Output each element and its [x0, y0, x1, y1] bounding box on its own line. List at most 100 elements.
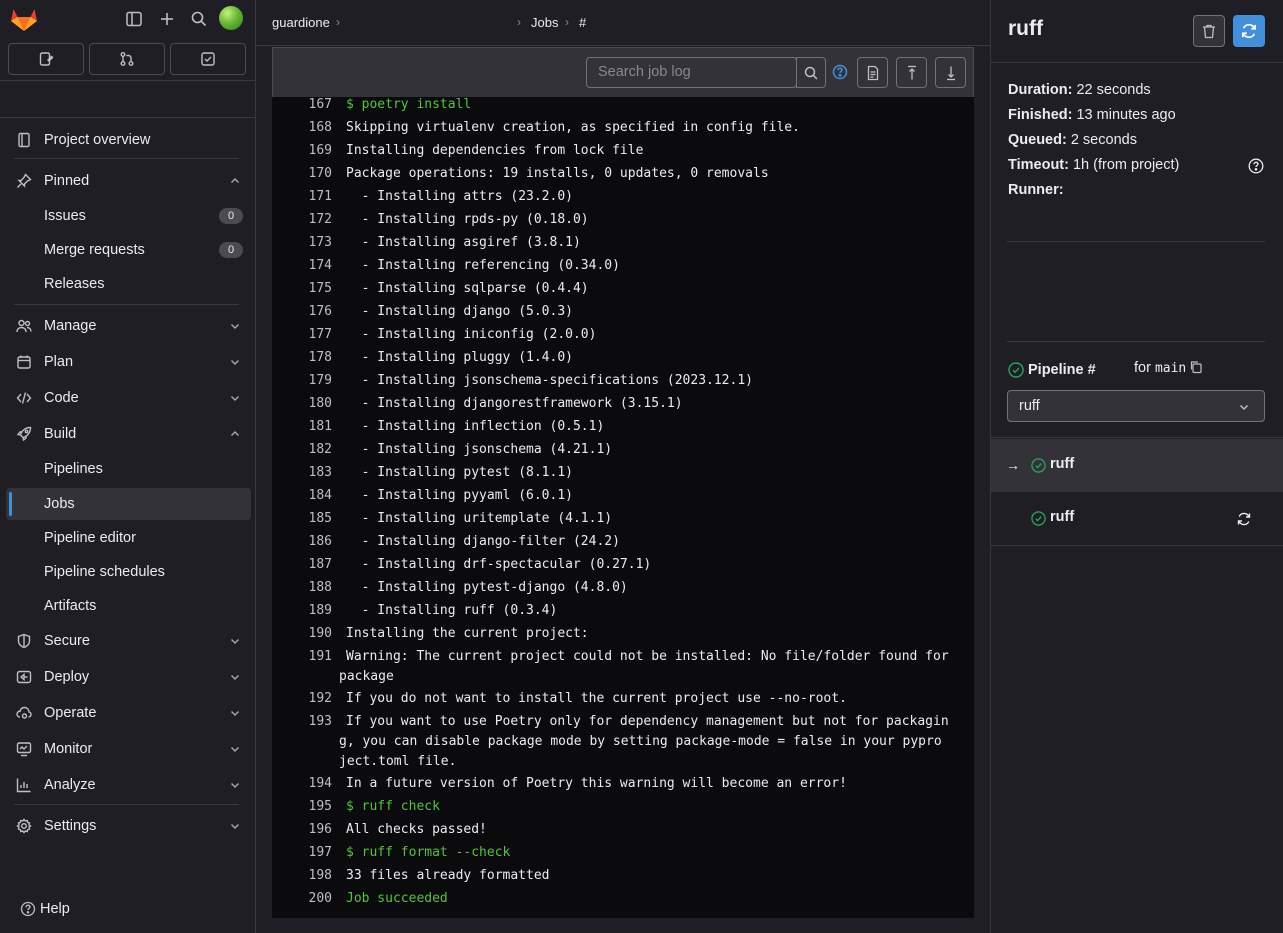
- job-title: ruff: [1008, 17, 1043, 40]
- log-line-number[interactable]: 179: [272, 371, 332, 391]
- job-log-search-button[interactable]: [796, 57, 826, 88]
- log-line-number[interactable]: 196: [272, 820, 332, 840]
- log-line-number[interactable]: 170: [272, 164, 332, 184]
- project-context-bar[interactable]: [0, 80, 256, 118]
- user-avatar[interactable]: [219, 6, 243, 30]
- nav-artifacts[interactable]: Artifacts: [6, 590, 251, 622]
- log-line-number[interactable]: 191: [272, 647, 332, 667]
- branch-name[interactable]: main: [1155, 361, 1186, 376]
- log-line-number[interactable]: 172: [272, 210, 332, 230]
- breadcrumb-project[interactable]: guardione: [272, 15, 330, 30]
- log-line-number[interactable]: 181: [272, 417, 332, 437]
- log-line-text: - Installing uritemplate (4.1.1): [346, 511, 613, 526]
- nav-releases[interactable]: Releases: [6, 268, 251, 300]
- nav-pipeline-schedules[interactable]: Pipeline schedules: [6, 556, 251, 588]
- pipeline-info: Pipeline # for main: [1008, 360, 1202, 380]
- log-line-text: Job succeeded: [346, 891, 448, 906]
- nav-label: Pinned: [44, 173, 90, 189]
- nav-label: Secure: [44, 633, 90, 649]
- log-line-number[interactable]: 180: [272, 394, 332, 414]
- settings-gear-icon: [16, 818, 32, 834]
- job-list-item[interactable]: ruff: [991, 492, 1283, 545]
- log-line-text: - Installing jsonschema (4.21.1): [346, 442, 613, 457]
- log-line-text: All checks passed!: [346, 822, 487, 837]
- question-circle-icon[interactable]: [832, 64, 848, 80]
- todos-shortcut-button[interactable]: [170, 43, 246, 75]
- nav-deploy[interactable]: Deploy: [6, 661, 251, 693]
- timeout-value: 1h (from project): [1072, 157, 1180, 173]
- log-line-number[interactable]: 194: [272, 774, 332, 794]
- log-line-number[interactable]: 171: [272, 187, 332, 207]
- log-line-number[interactable]: 168: [272, 118, 332, 138]
- nav-pipeline-editor[interactable]: Pipeline editor: [6, 522, 251, 554]
- breadcrumb-jobs[interactable]: Jobs: [531, 15, 558, 30]
- chevron-down-icon: [230, 746, 240, 753]
- nav-project-overview[interactable]: Project overview: [6, 124, 251, 156]
- nav-code[interactable]: Code: [6, 382, 251, 414]
- retry-icon[interactable]: [1236, 511, 1252, 527]
- log-line-number[interactable]: 178: [272, 348, 332, 368]
- log-line-text: - Installing rpds-py (0.18.0): [346, 212, 589, 227]
- issues-shortcut-button[interactable]: [8, 43, 84, 75]
- nav-pipelines[interactable]: Pipelines: [6, 453, 251, 485]
- log-line-number[interactable]: 184: [272, 486, 332, 506]
- nav-secure[interactable]: Secure: [6, 625, 251, 657]
- nav-operate[interactable]: Operate: [6, 697, 251, 729]
- stage-dropdown[interactable]: ruff: [1007, 390, 1265, 422]
- nav-pinned[interactable]: Pinned: [6, 165, 251, 197]
- merge-requests-shortcut-button[interactable]: [89, 43, 165, 75]
- log-line-number[interactable]: 173: [272, 233, 332, 253]
- log-line-text: - Installing ruff (0.3.4): [346, 603, 558, 618]
- log-line-number[interactable]: 198: [272, 866, 332, 886]
- arrow-right-icon: →: [1006, 457, 1020, 473]
- users-icon: [16, 319, 32, 333]
- log-line-number[interactable]: 188: [272, 578, 332, 598]
- log-line-number[interactable]: 186: [272, 532, 332, 552]
- show-raw-button[interactable]: [857, 57, 888, 88]
- nav-monitor[interactable]: Monitor: [6, 733, 251, 765]
- erase-job-button[interactable]: [1193, 15, 1225, 47]
- log-line-number[interactable]: 177: [272, 325, 332, 345]
- job-log-search-input[interactable]: Search job log: [586, 57, 797, 88]
- breadcrumb-job-ref[interactable]: #: [579, 15, 586, 30]
- log-line-number[interactable]: 185: [272, 509, 332, 529]
- cloud-gear-icon: [16, 706, 32, 719]
- pipeline-link[interactable]: Pipeline #: [1028, 362, 1096, 378]
- log-line-number[interactable]: 167: [272, 97, 332, 115]
- search-icon[interactable]: [189, 9, 209, 29]
- question-circle-icon[interactable]: [1248, 158, 1264, 174]
- log-line-number[interactable]: 200: [272, 889, 332, 909]
- retry-job-button[interactable]: [1233, 15, 1265, 47]
- log-line-text: Installing the current project:: [346, 626, 589, 641]
- sidebar-toggle-icon[interactable]: [124, 9, 144, 29]
- scroll-to-bottom-button[interactable]: [935, 57, 966, 88]
- nav-plan[interactable]: Plan: [6, 346, 251, 378]
- log-line-number[interactable]: 176: [272, 302, 332, 322]
- plus-icon[interactable]: [157, 9, 177, 29]
- log-line-number[interactable]: 182: [272, 440, 332, 460]
- log-line-number[interactable]: 192: [272, 689, 332, 709]
- log-line-number[interactable]: 190: [272, 624, 332, 644]
- log-line-number[interactable]: 187: [272, 555, 332, 575]
- help-link[interactable]: Help: [20, 899, 70, 919]
- scroll-up-icon: [907, 65, 916, 79]
- nav-manage[interactable]: Manage: [6, 310, 251, 342]
- log-line-number[interactable]: 197: [272, 843, 332, 863]
- log-line-number[interactable]: 195: [272, 797, 332, 817]
- gitlab-logo-icon[interactable]: [10, 6, 38, 32]
- log-line-number[interactable]: 169: [272, 141, 332, 161]
- nav-analyze[interactable]: Analyze: [6, 769, 251, 801]
- job-list-item-current[interactable]: → ruff: [991, 439, 1283, 492]
- nav-settings[interactable]: Settings: [6, 810, 251, 842]
- log-line-number[interactable]: 175: [272, 279, 332, 299]
- log-line-number[interactable]: 189: [272, 601, 332, 621]
- copy-icon[interactable]: [1189, 360, 1203, 374]
- scroll-to-top-button[interactable]: [896, 57, 927, 88]
- nav-issues[interactable]: Issues 0: [6, 200, 251, 232]
- log-line-number[interactable]: 193: [272, 712, 332, 732]
- nav-build[interactable]: Build: [6, 418, 251, 450]
- log-line-number[interactable]: 183: [272, 463, 332, 483]
- nav-jobs[interactable]: Jobs: [6, 488, 251, 520]
- nav-merge-requests[interactable]: Merge requests 0: [6, 234, 251, 266]
- log-line-number[interactable]: 174: [272, 256, 332, 276]
